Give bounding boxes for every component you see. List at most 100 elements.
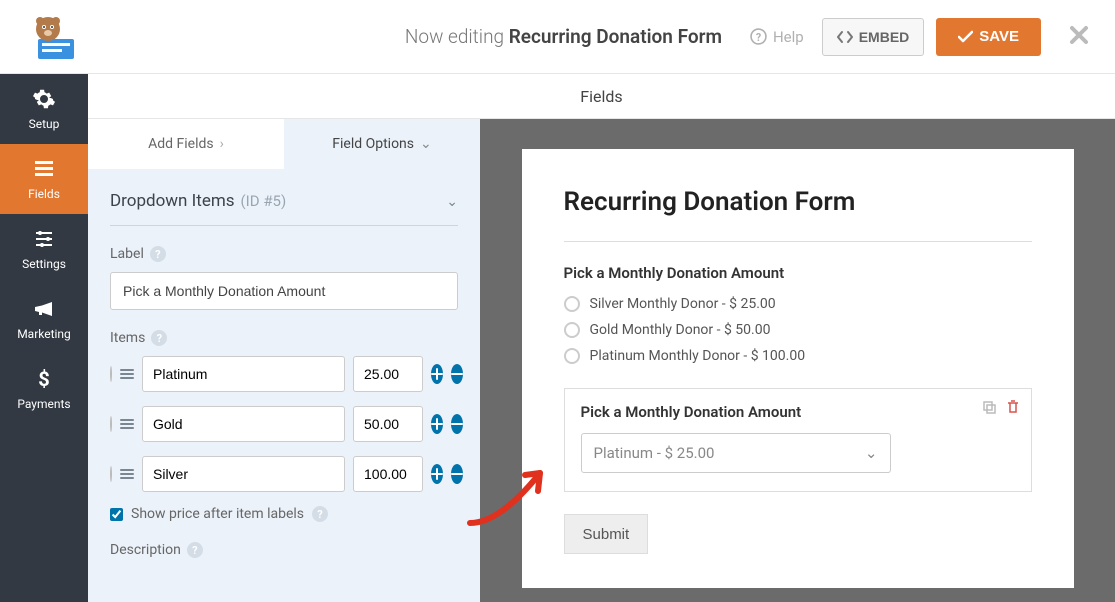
show-price-checkbox[interactable] xyxy=(110,508,123,521)
bullhorn-icon xyxy=(32,297,56,321)
sidebar-label: Fields xyxy=(28,187,60,201)
topbar: Now editing Recurring Donation Form ? He… xyxy=(0,0,1115,74)
radio-icon xyxy=(564,322,580,338)
sidebar-item-marketing[interactable]: Marketing xyxy=(0,284,88,354)
help-icon[interactable]: ? xyxy=(312,506,328,522)
panel-body: Dropdown Items (ID #5) ⌄ Label ? Items ? xyxy=(88,169,480,558)
radio-options: Silver Monthly Donor - $ 25.00 Gold Mont… xyxy=(564,296,1032,364)
trash-icon[interactable] xyxy=(1005,399,1021,415)
help-icon[interactable]: ? xyxy=(150,246,166,262)
default-radio[interactable] xyxy=(110,466,112,482)
panel-tabs: Add Fields › Field Options ⌄ xyxy=(88,119,480,169)
help-link[interactable]: ? Help xyxy=(750,28,804,46)
default-radio[interactable] xyxy=(110,416,112,432)
app-logo xyxy=(26,13,82,61)
divider xyxy=(564,241,1032,242)
items-heading: Items ? xyxy=(110,330,458,346)
item-price-input[interactable] xyxy=(353,456,423,492)
remove-item-button[interactable] xyxy=(451,364,463,384)
radio-option[interactable]: Silver Monthly Donor - $ 25.00 xyxy=(564,296,1032,312)
sidebar-item-payments[interactable]: $ Payments xyxy=(0,354,88,424)
help-label: Help xyxy=(773,28,804,46)
sidebar-label: Setup xyxy=(29,117,60,131)
add-item-button[interactable] xyxy=(431,414,443,434)
sidebar-label: Payments xyxy=(17,397,70,411)
svg-text:?: ? xyxy=(756,31,761,44)
gear-icon xyxy=(32,87,56,111)
description-heading: Description ? xyxy=(110,542,458,558)
sidebar-item-setup[interactable]: Setup xyxy=(0,74,88,144)
left-panel: Add Fields › Field Options ⌄ Dropdown It… xyxy=(88,119,480,602)
embed-label: EMBED xyxy=(859,29,910,45)
close-icon xyxy=(1069,25,1089,45)
tab-label: Add Fields xyxy=(148,136,214,152)
radio-icon xyxy=(564,348,580,364)
sliders-icon xyxy=(32,227,56,251)
check-icon xyxy=(958,30,973,43)
workspace: Add Fields › Field Options ⌄ Dropdown It… xyxy=(88,119,1115,602)
show-price-row: Show price after item labels ? xyxy=(110,506,458,522)
submit-button[interactable]: Submit xyxy=(564,514,649,554)
help-icon[interactable]: ? xyxy=(151,330,167,346)
tab-add-fields[interactable]: Add Fields › xyxy=(88,119,284,169)
dollar-icon: $ xyxy=(32,367,56,391)
duplicate-icon[interactable] xyxy=(981,399,997,415)
sidebar-item-fields[interactable]: Fields xyxy=(0,144,88,214)
option-label: Gold Monthly Donor - $ 50.00 xyxy=(590,322,771,338)
chevron-down-icon: ⌄ xyxy=(865,444,878,462)
save-label: SAVE xyxy=(979,28,1019,45)
form-card: Recurring Donation Form Pick a Monthly D… xyxy=(522,149,1074,588)
dropdown-value: Platinum - $ 25.00 xyxy=(594,444,715,462)
section-header: Fields xyxy=(88,74,1115,119)
items-text: Items xyxy=(110,330,145,346)
item-row xyxy=(110,456,458,492)
item-price-input[interactable] xyxy=(353,406,423,442)
close-button[interactable] xyxy=(1069,22,1089,52)
add-item-button[interactable] xyxy=(431,464,443,484)
editing-prefix: Now editing xyxy=(405,25,504,48)
help-icon[interactable]: ? xyxy=(187,542,203,558)
selected-field[interactable]: Pick a Monthly Donation Amount Platinum … xyxy=(564,388,1032,492)
question-label: Pick a Monthly Donation Amount xyxy=(564,264,1032,282)
section-id: (ID #5) xyxy=(241,192,287,210)
item-row xyxy=(110,406,458,442)
editing-form-name: Recurring Donation Form xyxy=(509,25,722,48)
radio-option[interactable]: Gold Monthly Donor - $ 50.00 xyxy=(564,322,1032,338)
show-price-label: Show price after item labels xyxy=(131,506,304,522)
radio-icon xyxy=(564,296,580,312)
item-price-input[interactable] xyxy=(353,356,423,392)
dropdown-field[interactable]: Platinum - $ 25.00 ⌄ xyxy=(581,433,891,473)
sidebar-item-settings[interactable]: Settings xyxy=(0,214,88,284)
add-item-button[interactable] xyxy=(431,364,443,384)
chevron-right-icon: › xyxy=(220,136,224,152)
save-button[interactable]: SAVE xyxy=(936,18,1041,56)
label-text: Label xyxy=(110,246,144,262)
chevron-down-icon: ⌄ xyxy=(446,194,458,210)
editing-label: Now editing Recurring Donation Form xyxy=(405,25,722,48)
chevron-down-icon: ⌄ xyxy=(420,136,432,152)
svg-text:$: $ xyxy=(38,367,49,391)
drag-handle-icon[interactable] xyxy=(120,369,134,379)
help-icon: ? xyxy=(750,28,767,45)
label-input[interactable] xyxy=(110,272,458,310)
option-label: Platinum Monthly Donor - $ 100.00 xyxy=(590,348,806,364)
item-name-input[interactable] xyxy=(142,356,345,392)
preview-area: Recurring Donation Form Pick a Monthly D… xyxy=(480,119,1115,602)
tab-field-options[interactable]: Field Options ⌄ xyxy=(284,119,480,169)
item-name-input[interactable] xyxy=(142,456,345,492)
sidebar-label: Settings xyxy=(22,257,66,271)
section-title: Dropdown Items xyxy=(110,191,235,211)
drag-handle-icon[interactable] xyxy=(120,469,134,479)
remove-item-button[interactable] xyxy=(451,464,463,484)
main: Fields Add Fields › Field Options ⌄ Drop… xyxy=(88,74,1115,602)
radio-option[interactable]: Platinum Monthly Donor - $ 100.00 xyxy=(564,348,1032,364)
label-heading: Label ? xyxy=(110,246,458,262)
remove-item-button[interactable] xyxy=(451,414,463,434)
sidebar: Setup Fields Settings Marketing $ Paymen… xyxy=(0,74,88,602)
drag-handle-icon[interactable] xyxy=(120,419,134,429)
embed-button[interactable]: EMBED xyxy=(822,18,925,56)
default-radio[interactable] xyxy=(110,366,112,382)
section-toggle[interactable]: Dropdown Items (ID #5) ⌄ xyxy=(110,191,458,226)
item-name-input[interactable] xyxy=(142,406,345,442)
tab-label: Field Options xyxy=(332,136,414,152)
